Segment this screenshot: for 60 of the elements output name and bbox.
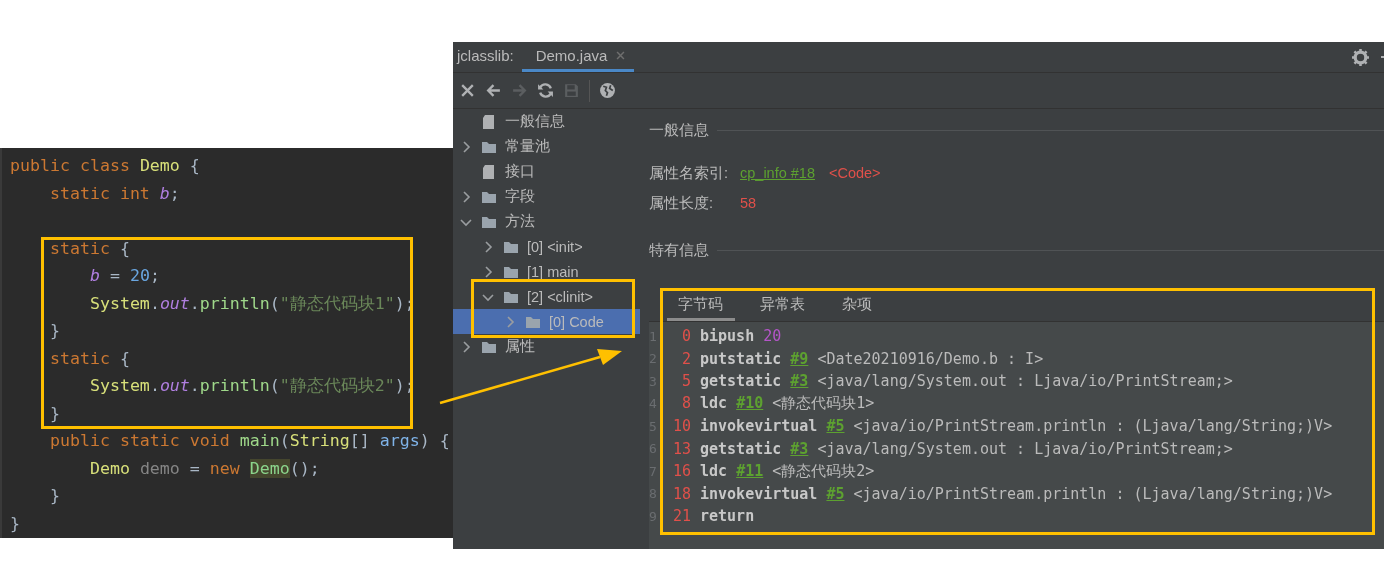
code-line: public class Demo { [10, 155, 200, 177]
section-heading: 一般信息 [649, 120, 709, 140]
panel-tab[interactable]: 杂项 [831, 291, 884, 321]
field-label: 属性长度: [649, 193, 715, 213]
tree-item[interactable]: 字段 [453, 184, 640, 209]
tool-window-title: jclasslib: [455, 46, 515, 66]
constant-pool-link[interactable]: #3 [790, 372, 809, 391]
code-line: } [10, 512, 20, 535]
tree-item[interactable]: [0] <init> [453, 234, 640, 259]
file-icon [481, 113, 497, 130]
bytecode-instruction: 8 ldc #10 <静态代码块1> [680, 394, 875, 414]
code-line: } [48, 320, 60, 342]
close-icon [459, 82, 476, 99]
constant-pool-link[interactable]: #3 [790, 439, 809, 458]
constant-pool-link[interactable]: #10 [736, 394, 764, 413]
file-tab[interactable]: Demo.java [521, 42, 635, 72]
refresh-button[interactable] [537, 82, 554, 99]
bytecode-instruction: 0 bipush 20 [680, 327, 782, 346]
close-button[interactable] [459, 82, 476, 99]
bytecode-instruction: 13 getstatic #3 <java/lang/System.out : Ljava/io/PrintStream;> [671, 439, 1233, 458]
bytecode-instruction: 2 putstatic #9 <Date20210916/Demo.b : I> [680, 349, 1044, 368]
tree-item[interactable]: 一般信息 [453, 109, 640, 134]
bytecode-instruction: 5 getstatic #3 <java/lang/System.out : Ljava/io/PrintStream;> [680, 372, 1233, 391]
file-icon [481, 163, 497, 180]
globe-icon [599, 82, 616, 99]
panel-tab[interactable]: 异常表 [749, 291, 817, 321]
section-heading: 特有信息 [649, 240, 709, 260]
constant-pool-link[interactable]: cp_info #18 [740, 165, 815, 181]
constant-pool-link[interactable]: #11 [736, 461, 764, 480]
constant-pool-link[interactable]: #9 [790, 349, 809, 368]
back-arrow-icon [485, 82, 502, 99]
code-line: } [48, 485, 60, 507]
tree-item[interactable]: 接口 [453, 159, 640, 184]
code-line: Demo demo = new Demo(); [88, 457, 320, 480]
forward-arrow-icon [511, 82, 528, 99]
constant-pool-link[interactable]: #5 [826, 484, 845, 503]
refresh-icon [537, 82, 554, 99]
code-line: static { [48, 237, 130, 260]
code-line: public static void main(String[] args) { [48, 430, 450, 452]
settings-button[interactable] [1352, 48, 1369, 66]
code-line: static { [48, 347, 130, 370]
code-line: static int b; [48, 182, 180, 205]
bytecode-instruction: 18 invokevirtual #5 <java/io/PrintStream.println : (Ljava/lang/String;)V> [671, 484, 1333, 503]
code-line: } [48, 402, 60, 425]
tree-item[interactable]: 方法 [453, 209, 640, 234]
field-value: 58 [740, 195, 757, 211]
tree-item[interactable]: 常量池 [453, 134, 640, 159]
tree-item[interactable]: 属性 [453, 334, 640, 359]
code-line: b = 20; [88, 265, 160, 287]
field-value: <Code> [829, 165, 881, 181]
constant-pool-link[interactable]: #5 [826, 417, 845, 436]
settings-icon [1352, 48, 1369, 66]
bytecode-instruction: 21 return [671, 507, 755, 526]
back-arrow-button[interactable] [485, 82, 502, 99]
bytecode-instruction: 10 invokevirtual #5 <java/io/PrintStream.println : (Ljava/lang/String;)V> [671, 417, 1333, 436]
field-label: 属性名索引: [649, 163, 730, 183]
bytecode-instruction: 16 ldc #11 <静态代码块2> [671, 461, 875, 481]
tree-item[interactable]: [2] <clinit> [453, 284, 640, 309]
globe-button[interactable] [599, 82, 616, 99]
close-icon[interactable] [615, 50, 627, 61]
